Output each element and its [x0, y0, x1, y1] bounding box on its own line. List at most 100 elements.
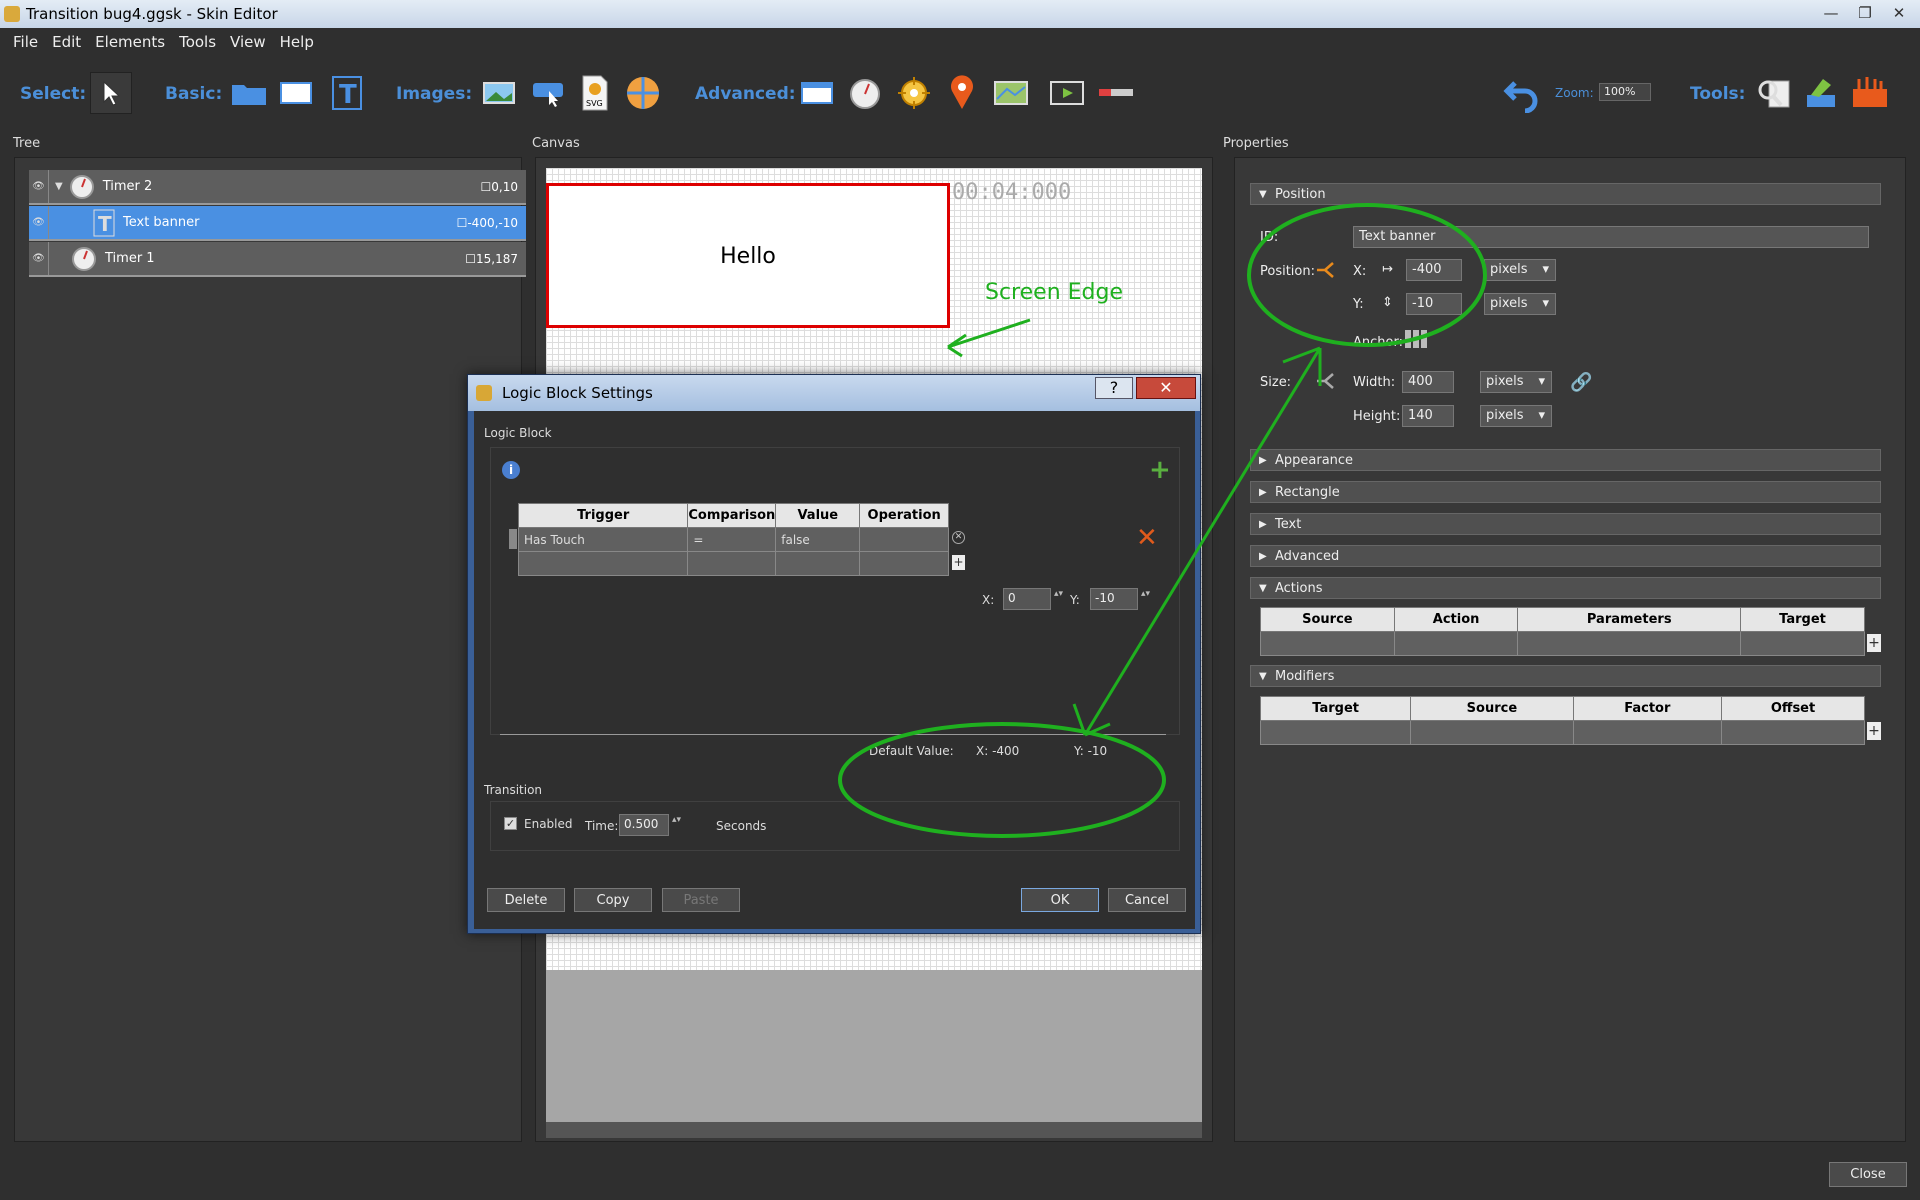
- map-pin-tool-button[interactable]: [941, 72, 983, 114]
- y-unit-select[interactable]: pixels: [1484, 293, 1556, 315]
- text-section-header[interactable]: ▶ Text: [1250, 513, 1881, 535]
- advanced-section-header[interactable]: ▶ Advanced: [1250, 545, 1881, 567]
- tree-row-timer-1[interactable]: 👁 Timer 1 ☐15,187: [29, 242, 526, 277]
- enabled-checkbox[interactable]: ✓: [504, 817, 517, 830]
- x-position-input[interactable]: -400: [1406, 259, 1462, 281]
- timer-node-icon: [72, 246, 96, 271]
- position-logic-icon[interactable]: [1315, 260, 1337, 280]
- tree-row-timer-2[interactable]: 👁 ▼ Timer 2 ☐0,10: [29, 170, 526, 205]
- remove-row-icon[interactable]: ✕: [952, 531, 965, 544]
- image-tool-button[interactable]: [478, 72, 520, 114]
- dialog-close-button[interactable]: ✕: [1136, 377, 1196, 399]
- add-modifier-button[interactable]: +: [1867, 722, 1881, 740]
- paste-button[interactable]: Paste: [662, 888, 740, 912]
- panorama-tool-button[interactable]: [622, 72, 664, 114]
- zoom-select[interactable]: 100%: [1599, 83, 1651, 101]
- button-tool-button[interactable]: [527, 72, 569, 114]
- delete-condition-icon[interactable]: ✕: [1136, 523, 1158, 553]
- table-row[interactable]: [517, 551, 949, 576]
- rectangle-section-header[interactable]: ▶ Rectangle: [1250, 481, 1881, 503]
- dialog-help-button[interactable]: ?: [1095, 377, 1133, 399]
- x-label: X:: [982, 593, 995, 607]
- close-button[interactable]: Close: [1829, 1162, 1907, 1187]
- menu-help[interactable]: Help: [280, 33, 314, 51]
- canvas-horizontal-scrollbar[interactable]: [546, 1122, 1202, 1138]
- hotspot-tool-button[interactable]: [893, 72, 935, 114]
- height-unit-select[interactable]: pixels: [1480, 405, 1552, 427]
- expand-triangle-icon: ▶: [1259, 518, 1267, 530]
- svg-tool-button[interactable]: SVG: [574, 72, 616, 114]
- y-value-input[interactable]: -10: [1090, 588, 1151, 610]
- ok-button[interactable]: OK: [1021, 888, 1099, 912]
- progress-tool-button[interactable]: [1095, 72, 1137, 114]
- x-align-icon[interactable]: ↦: [1382, 262, 1393, 277]
- cell-operation[interactable]: [859, 527, 949, 552]
- map-tool-button[interactable]: [990, 72, 1032, 114]
- menu-view[interactable]: View: [230, 33, 266, 51]
- text-banner-element[interactable]: Hello: [546, 183, 950, 328]
- expand-chevron-icon[interactable]: ▼: [55, 181, 63, 192]
- y-align-icon[interactable]: ⇕: [1382, 295, 1393, 310]
- table-row[interactable]: [1259, 720, 1865, 745]
- cancel-button[interactable]: Cancel: [1108, 888, 1186, 912]
- menu-edit[interactable]: Edit: [52, 33, 81, 51]
- visibility-eye-icon[interactable]: 👁: [29, 242, 49, 275]
- anchor-grid-icon[interactable]: [1405, 330, 1427, 348]
- visibility-eye-icon[interactable]: 👁: [29, 206, 49, 239]
- menu-elements[interactable]: Elements: [95, 33, 165, 51]
- modifiers-section-header[interactable]: ▼ Modifiers: [1250, 665, 1881, 687]
- id-field[interactable]: Text banner: [1353, 226, 1869, 248]
- add-condition-plus-icon[interactable]: +: [1149, 455, 1171, 485]
- table-row[interactable]: Has Touch = false: [517, 527, 949, 552]
- maximize-button[interactable]: ❐: [1850, 2, 1880, 24]
- appearance-section-header[interactable]: ▶ Appearance: [1250, 449, 1881, 471]
- video-tool-button[interactable]: [1046, 72, 1088, 114]
- window-tool-button[interactable]: [796, 72, 838, 114]
- add-action-button[interactable]: +: [1867, 634, 1881, 652]
- search-tool-button[interactable]: [1752, 72, 1794, 114]
- paint-tool-button[interactable]: [1800, 72, 1842, 114]
- x-unit-select[interactable]: pixels: [1484, 259, 1556, 281]
- height-input[interactable]: 140: [1402, 405, 1454, 427]
- text-tool-button[interactable]: T: [326, 72, 368, 114]
- visibility-eye-icon[interactable]: 👁: [29, 170, 49, 203]
- select-tool-button[interactable]: [90, 72, 132, 114]
- close-window-button[interactable]: ✕: [1884, 2, 1914, 24]
- rectangle-tool-button[interactable]: [275, 72, 317, 114]
- timer-tool-button[interactable]: [844, 72, 886, 114]
- table-row[interactable]: [1260, 631, 1865, 656]
- text-node-icon: T: [93, 209, 115, 236]
- paint-icon: [1807, 79, 1835, 107]
- delete-button[interactable]: Delete: [487, 888, 565, 912]
- minimize-button[interactable]: —: [1816, 2, 1846, 24]
- size-logic-icon[interactable]: [1315, 371, 1337, 391]
- time-input[interactable]: 0.500: [619, 814, 682, 836]
- y-label: Y:: [1070, 593, 1080, 607]
- row-drag-handle[interactable]: [509, 529, 517, 549]
- position-section-header[interactable]: ▼ Position: [1250, 183, 1881, 205]
- copy-button[interactable]: Copy: [574, 888, 652, 912]
- actions-section-header[interactable]: ▼ Actions: [1250, 577, 1881, 599]
- default-y-value: Y: -10: [1074, 744, 1108, 758]
- svg-badge-text: SVG: [586, 99, 603, 108]
- width-unit-select[interactable]: pixels: [1480, 371, 1552, 393]
- width-input[interactable]: 400: [1402, 371, 1454, 393]
- tree-row-text-banner[interactable]: 👁 T Text banner ☐-400,-10: [29, 206, 526, 241]
- link-aspect-icon[interactable]: 🔗: [1570, 372, 1592, 393]
- container-tool-button[interactable]: [228, 72, 270, 114]
- menu-tools[interactable]: Tools: [179, 33, 216, 51]
- select-label: Select:: [20, 84, 87, 104]
- info-icon[interactable]: i: [502, 461, 520, 479]
- y-position-input[interactable]: -10: [1406, 293, 1462, 315]
- cell-trigger[interactable]: Has Touch: [517, 527, 689, 552]
- menu-file[interactable]: File: [13, 33, 38, 51]
- size-label: Size:: [1260, 375, 1292, 390]
- undo-button[interactable]: [1502, 72, 1544, 114]
- folder-icon: [232, 85, 266, 105]
- cell-value[interactable]: false: [775, 527, 861, 552]
- cell-comparison[interactable]: =: [687, 527, 777, 552]
- x-value-input[interactable]: 0: [1003, 588, 1064, 610]
- collapse-triangle-icon: ▼: [1259, 188, 1267, 200]
- add-row-button[interactable]: +: [952, 555, 965, 570]
- toolkit-button[interactable]: [1849, 72, 1891, 114]
